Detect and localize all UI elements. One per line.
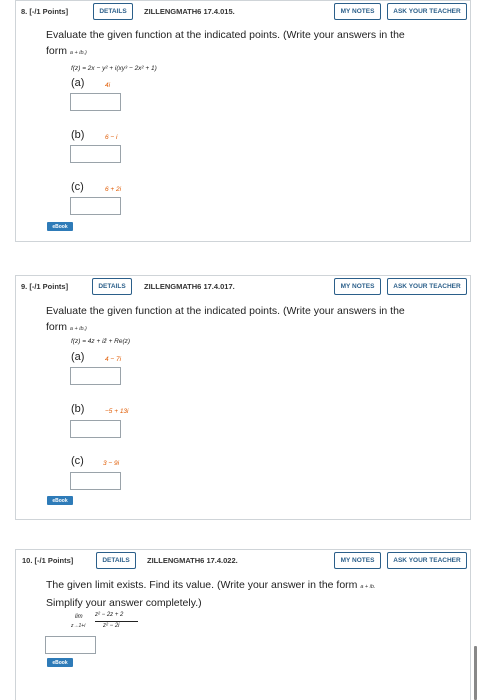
- function-definition: f(z) = 4z + iz̄ + Re(z): [71, 338, 131, 345]
- part-b-label: (b): [71, 403, 85, 415]
- form-hint: a + ib.: [360, 584, 376, 590]
- part-b-answer-input[interactable]: [70, 420, 121, 438]
- question-number: 8. [-/1 Points]: [21, 7, 69, 16]
- limit-subscript: z→1+i: [71, 623, 86, 629]
- part-c-point: 3 − 9i: [103, 460, 120, 467]
- ebook-button[interactable]: eBook: [47, 658, 73, 667]
- part-a-label: (a): [71, 77, 85, 89]
- ebook-button[interactable]: eBook: [47, 222, 73, 231]
- question-number: 9. [-/1 Points]: [21, 282, 69, 291]
- part-c-answer-input[interactable]: [70, 197, 121, 215]
- question-code: ZILLENGMATH6 17.4.015.: [144, 7, 235, 16]
- ask-teacher-button[interactable]: ASK YOUR TEACHER: [387, 552, 467, 569]
- part-a-answer-input[interactable]: [70, 93, 121, 111]
- limit-denominator: z² − 2i: [103, 623, 120, 629]
- details-button[interactable]: DETAILS: [92, 278, 132, 295]
- limit-answer-input[interactable]: [45, 636, 96, 654]
- part-a-label: (a): [71, 351, 85, 363]
- question-number: 10. [-/1 Points]: [22, 556, 74, 565]
- part-c-label: (c): [71, 181, 84, 193]
- part-a-answer-input[interactable]: [70, 367, 121, 385]
- ebook-button[interactable]: eBook: [47, 496, 73, 505]
- part-a-point: 4i: [105, 82, 111, 89]
- part-a-point: 4 − 7i: [105, 356, 122, 363]
- ask-teacher-button[interactable]: ASK YOUR TEACHER: [387, 3, 467, 20]
- instruction-text: Evaluate the given function at the indic…: [46, 29, 405, 57]
- question-9-panel: 9. [-/1 Points] DETAILS ZILLENGMATH6 17.…: [15, 275, 471, 520]
- form-hint: a + ib.): [69, 326, 87, 332]
- part-b-point: −5 + 13i: [105, 408, 129, 415]
- details-button[interactable]: DETAILS: [93, 3, 133, 20]
- question-header: 9. [-/1 Points] DETAILS ZILLENGMATH6 17.…: [16, 276, 470, 298]
- fraction-bar: [95, 621, 138, 622]
- question-header: 8. [-/1 Points] DETAILS ZILLENGMATH6 17.…: [16, 1, 470, 23]
- function-definition: f(z) = 2x − y² + i(xy³ − 2x² + 1): [71, 65, 157, 72]
- my-notes-button[interactable]: MY NOTES: [334, 278, 381, 295]
- question-10-panel: 10. [-/1 Points] DETAILS ZILLENGMATH6 17…: [15, 549, 471, 700]
- part-c-point: 6 + 2i: [105, 186, 122, 193]
- form-hint: a + ib.): [69, 50, 87, 56]
- part-b-point: 6 − i: [105, 134, 118, 141]
- details-button[interactable]: DETAILS: [96, 552, 136, 569]
- question-header: 10. [-/1 Points] DETAILS ZILLENGMATH6 17…: [16, 550, 470, 572]
- question-8-panel: 8. [-/1 Points] DETAILS ZILLENGMATH6 17.…: [15, 0, 471, 242]
- limit-numerator: z² − 2z + 2: [95, 612, 124, 618]
- my-notes-button[interactable]: MY NOTES: [334, 552, 381, 569]
- part-b-answer-input[interactable]: [70, 145, 121, 163]
- scrollbar-thumb[interactable]: [474, 646, 477, 700]
- question-code: ZILLENGMATH6 17.4.022.: [147, 556, 238, 565]
- question-code: ZILLENGMATH6 17.4.017.: [144, 282, 235, 291]
- part-b-label: (b): [71, 129, 85, 141]
- part-c-label: (c): [71, 455, 84, 467]
- limit-word: lim: [75, 614, 83, 620]
- my-notes-button[interactable]: MY NOTES: [334, 3, 381, 20]
- instruction-text: Evaluate the given function at the indic…: [46, 305, 405, 333]
- part-c-answer-input[interactable]: [70, 472, 121, 490]
- ask-teacher-button[interactable]: ASK YOUR TEACHER: [387, 278, 467, 295]
- instruction-text: The given limit exists. Find its value. …: [46, 579, 376, 609]
